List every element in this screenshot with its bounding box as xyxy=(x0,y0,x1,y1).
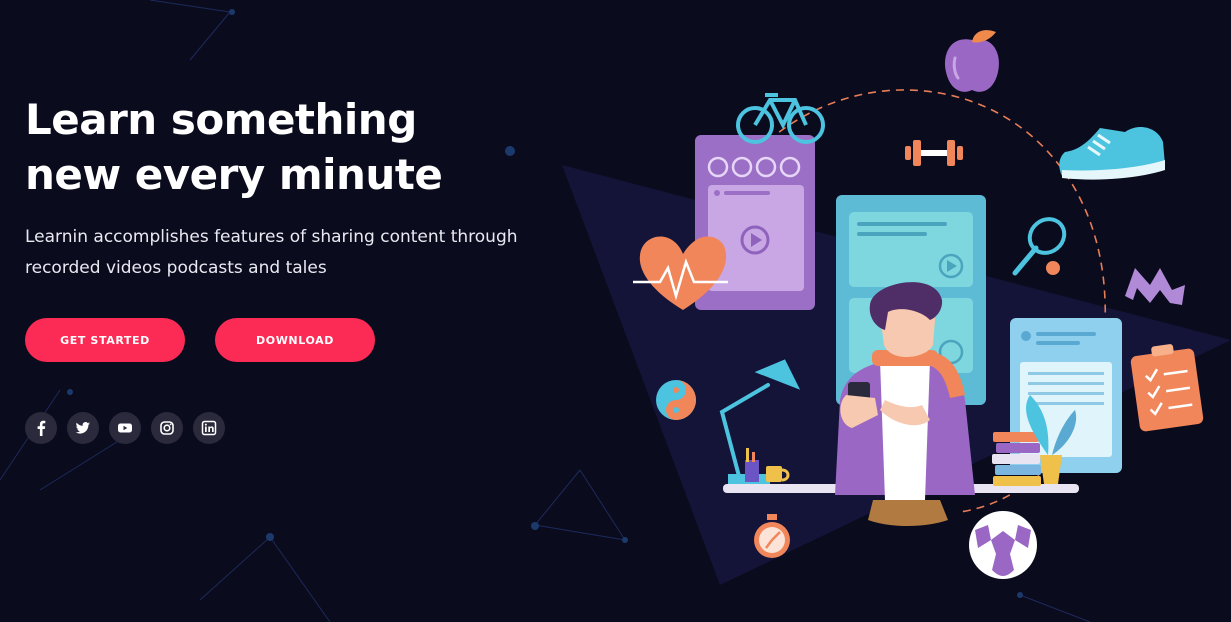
facebook-icon[interactable] xyxy=(25,412,57,444)
get-started-button[interactable]: GET STARTED xyxy=(25,318,185,362)
hero-text: Learn something new every minute Learnin… xyxy=(25,92,585,284)
youtube-icon[interactable] xyxy=(109,412,141,444)
instagram-icon[interactable] xyxy=(151,412,183,444)
hero-buttons: GET STARTED DOWNLOAD xyxy=(25,318,375,362)
hero-headline: Learn something new every minute xyxy=(25,95,443,199)
hero-description: Learnin accomplishes features of sharing… xyxy=(25,227,518,278)
download-button[interactable]: DOWNLOAD xyxy=(215,318,375,362)
twitter-icon[interactable] xyxy=(67,412,99,444)
linkedin-icon[interactable] xyxy=(193,412,225,444)
social-links xyxy=(25,412,225,444)
